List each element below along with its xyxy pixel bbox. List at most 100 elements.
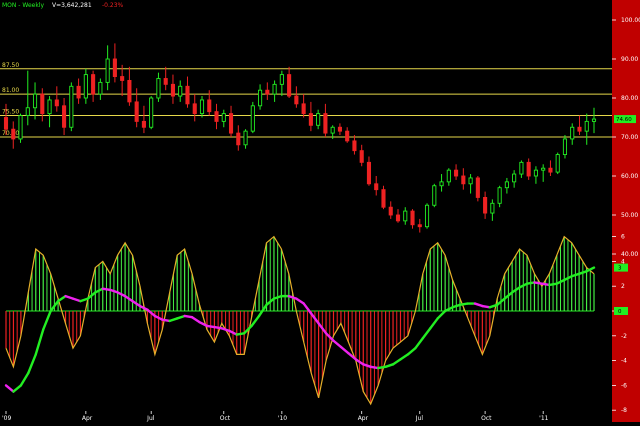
osc-tick-label: -6 xyxy=(621,382,627,389)
candle-body xyxy=(221,113,226,122)
header-volume: V=3,642,281 xyxy=(52,2,92,9)
candle-body xyxy=(287,74,292,97)
chart-canvas: MON - Weekly V=3,642,281 -0.23% 40.00 50.… xyxy=(0,0,640,422)
candle-body xyxy=(62,105,67,128)
candle-body xyxy=(475,177,480,198)
candle-body xyxy=(258,89,263,107)
candle-body xyxy=(570,126,575,140)
candle-body xyxy=(381,189,386,208)
candle-body xyxy=(584,120,589,132)
candle-body xyxy=(345,130,350,142)
candle-body xyxy=(32,93,38,109)
osc-tick-label: 6 xyxy=(621,234,625,241)
x-tick-label: Jul xyxy=(415,415,424,422)
candle-body xyxy=(265,89,270,95)
candle-body xyxy=(178,85,183,97)
candle-body xyxy=(577,126,582,132)
candle-body xyxy=(301,103,306,115)
chart-svg: MON - Weekly V=3,642,281 -0.23% 40.00 50.… xyxy=(0,0,640,422)
candle-body xyxy=(562,138,568,155)
price-tick-label: 100.00 xyxy=(621,17,640,24)
candle-body xyxy=(54,99,59,107)
x-tick-label: Apr xyxy=(82,415,93,422)
candle-body xyxy=(352,140,357,152)
candle-body xyxy=(170,83,176,97)
osc-zero-label: 0 xyxy=(618,309,622,315)
x-tick-label: Apr xyxy=(358,415,369,422)
chart-background xyxy=(0,0,640,422)
candle-body xyxy=(214,111,219,122)
candle-body xyxy=(388,206,393,216)
level-label: 87.50 xyxy=(2,62,19,69)
candle-body xyxy=(199,99,205,115)
x-tick-label: Oct xyxy=(481,415,492,422)
candle-body xyxy=(512,173,517,183)
candle-body xyxy=(76,85,81,99)
candle-body xyxy=(69,85,74,128)
candle-body xyxy=(424,204,430,228)
candle-body xyxy=(25,107,30,117)
level-label: 75.50 xyxy=(2,109,19,116)
level-label: 81.00 xyxy=(2,87,19,94)
candle-body xyxy=(432,185,437,206)
candle-body xyxy=(3,117,9,130)
header-change: -0.23% xyxy=(102,2,124,9)
price-tick-label: 60.00 xyxy=(621,173,638,180)
candle-body xyxy=(330,126,335,134)
candle-body xyxy=(446,169,451,183)
osc-tick-label: -8 xyxy=(621,407,627,414)
candle-body xyxy=(91,74,96,95)
candle-body xyxy=(519,161,524,175)
candle-body xyxy=(127,79,132,103)
candle-body xyxy=(236,132,241,146)
candle-body xyxy=(541,167,546,171)
candle-body xyxy=(403,210,408,222)
candle-body xyxy=(120,76,125,81)
level-label: 70.00 xyxy=(2,130,19,137)
candle-body xyxy=(591,118,597,122)
x-tick-label: Oct xyxy=(220,415,231,422)
candle-body xyxy=(483,196,488,214)
candle-body xyxy=(439,181,444,187)
candle-body xyxy=(526,161,531,177)
candle-body xyxy=(359,150,364,163)
price-tick-label: 90.00 xyxy=(621,56,638,63)
candle-body xyxy=(279,74,284,85)
candle-body xyxy=(112,58,117,77)
candle-body xyxy=(250,105,255,132)
candle-body xyxy=(192,103,197,115)
candle-body xyxy=(141,120,146,128)
candle-body xyxy=(533,169,538,177)
candle-body xyxy=(366,161,372,185)
candle-body xyxy=(272,83,277,95)
candle-body xyxy=(337,126,342,132)
candle-body xyxy=(149,97,154,128)
candle-body xyxy=(374,183,379,191)
price-tick-label: 70.00 xyxy=(621,134,638,141)
osc-tick-label: -2 xyxy=(621,333,627,340)
candle-body xyxy=(417,224,422,228)
candle-body xyxy=(83,74,88,99)
candle-body xyxy=(156,78,161,99)
candle-body xyxy=(40,93,45,115)
osc-tick-label: 2 xyxy=(621,283,625,290)
candle-body xyxy=(468,177,473,185)
candle-body xyxy=(490,202,495,214)
candle-body xyxy=(461,175,466,185)
osc-last-label: 3 xyxy=(618,266,622,272)
candle-body xyxy=(163,78,168,85)
candle-body xyxy=(454,169,459,177)
candle-body xyxy=(207,99,212,113)
candle-body xyxy=(497,187,502,204)
header-symbol: MON - Weekly xyxy=(2,2,44,9)
candle-body xyxy=(504,181,509,189)
candle-body xyxy=(555,154,560,173)
x-tick-label: '11 xyxy=(539,415,548,422)
x-tick-label: Jul xyxy=(146,415,155,422)
candle-body xyxy=(47,99,52,115)
candle-body xyxy=(395,214,401,222)
price-tick-label: 80.00 xyxy=(621,95,638,102)
candle-body xyxy=(243,130,248,146)
osc-tick-label: -4 xyxy=(621,358,627,365)
candle-body xyxy=(185,85,190,105)
